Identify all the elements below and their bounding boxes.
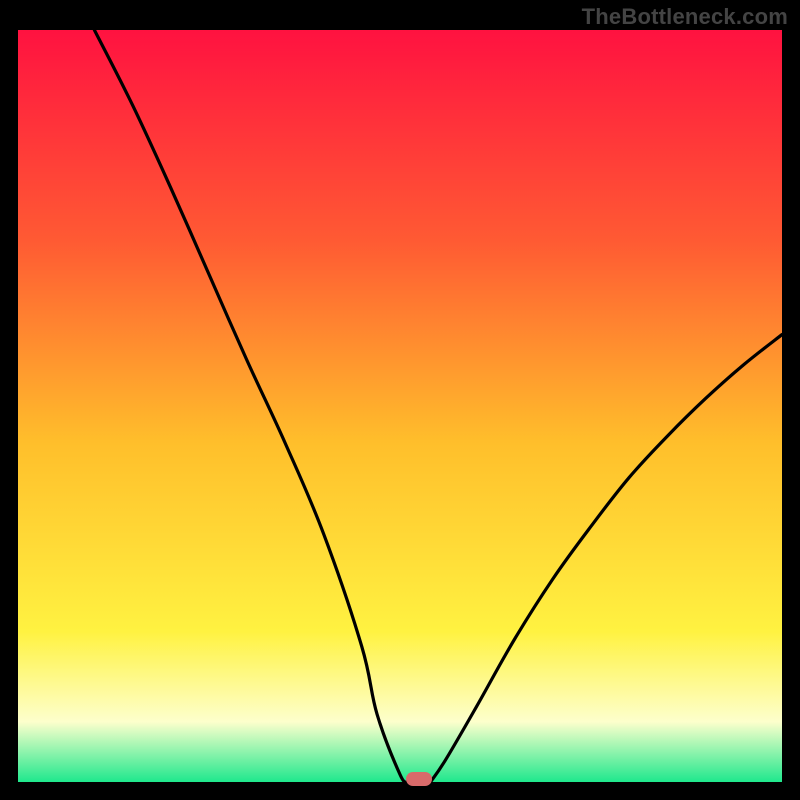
plot-area (18, 30, 782, 782)
chart-frame: TheBottleneck.com (0, 0, 800, 800)
chart-svg (18, 30, 782, 782)
bottleneck-marker (406, 772, 432, 786)
watermark-text: TheBottleneck.com (582, 4, 788, 30)
gradient-background (18, 30, 782, 782)
